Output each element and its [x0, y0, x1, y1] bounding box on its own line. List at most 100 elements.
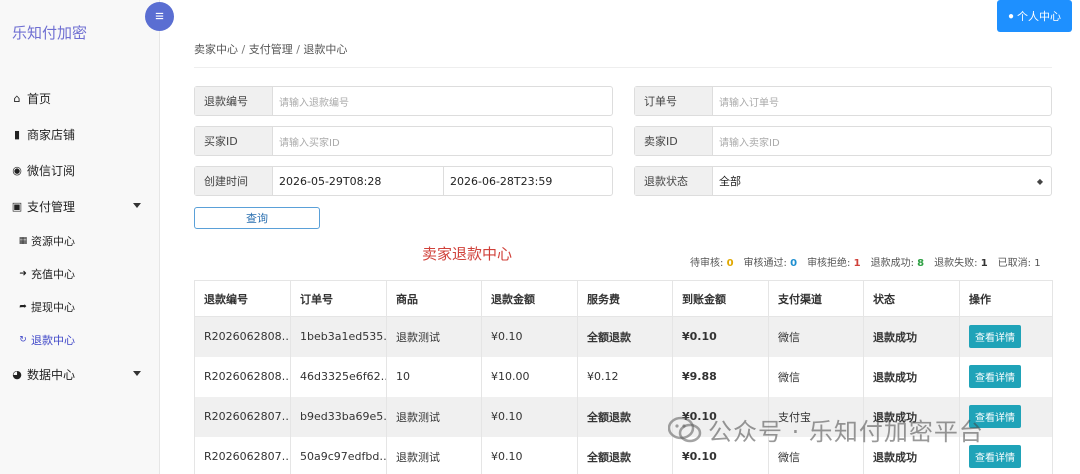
sign-in-icon: ➜	[19, 268, 27, 279]
sidebar-item-label: 支付管理	[27, 199, 76, 214]
user-circle-icon: ●	[1007, 10, 1015, 22]
refund-no-cell: R2026062808…	[194, 316, 291, 357]
sidebar-item-merchant-shop[interactable]: ▮ 商家店铺	[0, 116, 159, 152]
view-detail-button[interactable]: 查看详情	[969, 445, 1021, 468]
table-row: R2026062808… 1beb3a1ed535… 退款测试 ¥0.10 全额…	[194, 316, 1053, 357]
order-no-cell: 50a9c97edfbd…	[290, 436, 387, 474]
seller-id-label: 卖家ID	[635, 127, 713, 155]
order-no-input[interactable]: 请输入订单号	[713, 87, 1051, 115]
order-no-cell: 1beb3a1ed535…	[290, 316, 387, 357]
received-amount-cell: ¥0.10	[672, 396, 769, 437]
column-header: 到账金额	[672, 280, 769, 317]
received-amount-cell: ¥0.10	[672, 436, 769, 474]
status-stats: 待审核: 0 审核通过: 0 审核拒绝: 1 退款成功: 8 退款失败: 1 已…	[690, 254, 1041, 269]
divider	[194, 67, 1052, 68]
refund-amount-cell: ¥0.10	[481, 436, 578, 474]
sidebar-subitem-refund-center[interactable]: ↻ 退款中心	[0, 323, 159, 356]
sidebar-item-label: 数据中心	[27, 367, 76, 382]
service-fee-cell: 全额退款	[577, 316, 673, 357]
sidebar-item-payment-management[interactable]: ▣ 支付管理	[0, 188, 159, 224]
stat-failed: 退款失败: 1	[934, 258, 988, 269]
refund-no-label: 退款编号	[195, 87, 273, 115]
refund-amount-cell: ¥0.10	[481, 316, 578, 357]
view-detail-button[interactable]: 查看详情	[969, 365, 1021, 388]
sidebar-subitem-resource-center[interactable]: ▦ 资源中心	[0, 224, 159, 257]
brand-logo-text[interactable]: 乐知付加密	[12, 22, 87, 43]
sidebar-item-home[interactable]: ⌂ 首页	[0, 80, 159, 116]
status-cell: 退款成功	[863, 356, 960, 397]
created-time-label: 创建时间	[195, 167, 273, 195]
payment-icon: ▣	[11, 199, 23, 213]
sidebar-subitem-label: 充值中心	[31, 267, 75, 281]
breadcrumb-refund-center: 退款中心	[303, 43, 348, 56]
service-fee-cell: ¥0.12	[577, 356, 673, 397]
view-detail-button[interactable]: 查看详情	[969, 325, 1021, 349]
breadcrumb-payment-management[interactable]: 支付管理	[249, 43, 293, 56]
breadcrumb-seller-center[interactable]: 卖家中心	[194, 43, 238, 56]
sidebar: 乐知付加密 ⌂ 首页 ▮ 商家店铺 ◉ 微信订阅 ▣ 支付管理 ▦ 资源中心 ➜…	[0, 0, 160, 474]
refresh-icon: ↻	[19, 334, 27, 345]
received-amount-cell: ¥0.10	[672, 316, 769, 357]
sidebar-subitem-withdraw-center[interactable]: ➦ 提现中心	[0, 290, 159, 323]
product-cell: 退款测试	[386, 316, 482, 357]
sidebar-nav: ⌂ 首页 ▮ 商家店铺 ◉ 微信订阅 ▣ 支付管理 ▦ 资源中心 ➜ 充值中心 …	[0, 80, 159, 392]
refund-table: 退款编号 订单号 商品 退款金额 服务费 到账金额 支付渠道 状态 操作 R20…	[194, 280, 1053, 474]
column-header: 操作	[959, 280, 1053, 317]
personal-center-button[interactable]: ● 个人中心	[997, 0, 1072, 32]
stat-cancelled: 已取消: 1	[997, 258, 1041, 269]
column-header: 退款金额	[481, 280, 578, 317]
home-icon: ⌂	[13, 91, 21, 105]
action-cell: 查看详情	[959, 396, 1053, 437]
refund-no-input[interactable]: 请输入退款编号	[273, 87, 612, 115]
sidebar-item-wechat-subscription[interactable]: ◉ 微信订阅	[0, 152, 159, 188]
stat-failed-count: 1	[980, 258, 988, 269]
product-cell: 10	[386, 356, 482, 397]
sidebar-toggle-button[interactable]: ≡	[145, 2, 174, 31]
resource-icon: ▦	[18, 235, 28, 246]
order-no-label: 订单号	[635, 87, 713, 115]
pie-chart-icon: ◕	[12, 367, 22, 381]
refund-status-select[interactable]: 全部 ◆	[713, 167, 1051, 195]
stat-rejected: 审核拒绝: 1	[807, 258, 861, 269]
breadcrumb: 卖家中心 / 支付管理 / 退款中心	[194, 41, 347, 57]
service-fee-cell: 全额退款	[577, 436, 673, 474]
sidebar-item-label: 微信订阅	[27, 163, 76, 178]
column-header: 退款编号	[194, 280, 291, 317]
service-fee-cell: 全额退款	[577, 396, 673, 437]
stat-approved: 审核通过: 0	[743, 258, 798, 269]
query-button[interactable]: 查询	[194, 207, 320, 229]
received-amount-cell: ¥9.88	[672, 356, 769, 397]
view-detail-button[interactable]: 查看详情	[969, 405, 1021, 428]
refund-status-field: 退款状态 全部 ◆	[634, 166, 1052, 196]
column-header: 订单号	[290, 280, 387, 317]
seller-id-input[interactable]: 请输入卖家ID	[713, 127, 1051, 155]
sidebar-subitem-label: 提现中心	[31, 300, 75, 314]
table-header-row: 退款编号 订单号 商品 退款金额 服务费 到账金额 支付渠道 状态 操作	[194, 280, 1053, 317]
sidebar-subitem-label: 退款中心	[31, 333, 75, 347]
column-header: 服务费	[577, 280, 673, 317]
action-cell: 查看详情	[959, 316, 1053, 357]
product-cell: 退款测试	[386, 396, 482, 437]
column-header: 支付渠道	[768, 280, 864, 317]
order-no-cell: 46d3325e6f62…	[290, 356, 387, 397]
table-row: R2026062807… b9ed33ba69e5… 退款测试 ¥0.10 全额…	[194, 396, 1053, 437]
sidebar-subitem-recharge-center[interactable]: ➜ 充值中心	[0, 257, 159, 290]
menu-icon: ≡	[155, 8, 164, 25]
buyer-id-input[interactable]: 请输入买家ID	[273, 127, 612, 155]
payment-channel-cell: 微信	[768, 316, 864, 357]
sidebar-item-data-center[interactable]: ◕ 数据中心	[0, 356, 159, 392]
start-datetime-input[interactable]: 2026-05-29T08:28	[273, 167, 443, 195]
stat-success: 退款成功: 8	[870, 258, 925, 269]
end-datetime-input[interactable]: 2026-06-28T23:59	[444, 167, 612, 195]
buyer-id-label: 买家ID	[195, 127, 273, 155]
wechat-icon: ◉	[12, 163, 22, 177]
buyer-id-field: 买家ID 请输入买家ID	[194, 126, 613, 156]
stat-approved-count: 0	[790, 258, 798, 269]
action-cell: 查看详情	[959, 356, 1053, 397]
briefcase-icon: ▮	[13, 127, 21, 141]
action-cell: 查看详情	[959, 436, 1053, 474]
created-time-field: 创建时间 2026-05-29T08:28 2026-06-28T23:59	[194, 166, 613, 196]
order-no-cell: b9ed33ba69e5…	[290, 396, 387, 437]
seller-id-field: 卖家ID 请输入卖家ID	[634, 126, 1052, 156]
sign-out-icon: ➦	[19, 301, 27, 312]
